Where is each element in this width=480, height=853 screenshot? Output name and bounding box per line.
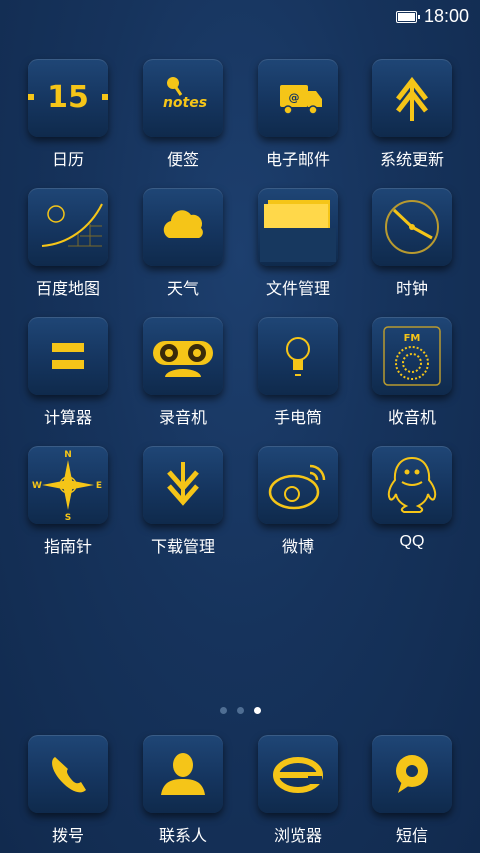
app-calendar[interactable]: 15 日历 (13, 59, 123, 170)
weibo-icon (268, 464, 326, 510)
app-recorder[interactable]: 录音机 (128, 317, 238, 428)
app-notes[interactable]: notes 便签 (128, 59, 238, 170)
dock-contacts[interactable]: 联系人 (128, 735, 238, 846)
page-indicator (0, 699, 480, 718)
status-bar: 18:00 (0, 0, 480, 34)
page-dot-active[interactable] (253, 707, 261, 714)
app-label: 短信 (395, 826, 428, 845)
app-weibo[interactable]: 微博 (243, 446, 353, 557)
dock-messages[interactable]: 短信 (357, 735, 467, 846)
battery-icon (396, 11, 420, 23)
notes-text: notes (163, 95, 207, 111)
download-icon (167, 462, 199, 506)
app-label: 便签 (166, 150, 199, 169)
calendar-icon: 15 (28, 80, 108, 115)
app-weather[interactable]: 天气 (128, 188, 238, 299)
browser-icon (273, 757, 323, 793)
app-label: QQ (399, 533, 425, 550)
app-label: 联系人 (158, 826, 207, 845)
app-download-manager[interactable]: 下载管理 (128, 446, 238, 557)
flashlight-icon (286, 337, 310, 376)
app-system-update[interactable]: 系统更新 (357, 59, 467, 170)
radio-icon: FM (383, 326, 441, 386)
app-label: 录音机 (158, 408, 207, 427)
compass-icon: N S W E (32, 450, 102, 523)
recorder-icon (153, 341, 213, 377)
app-label: 拨号 (51, 826, 84, 845)
app-file-manager[interactable]: 文件管理 (243, 188, 353, 299)
app-label: 时钟 (395, 279, 428, 298)
app-radio[interactable]: FM 收音机 (357, 317, 467, 428)
dock-browser[interactable]: 浏览器 (243, 735, 353, 846)
app-label: 天气 (166, 279, 199, 298)
status-time: 18:00 (424, 6, 470, 26)
app-flashlight[interactable]: 手电筒 (243, 317, 353, 428)
compass-north: N (64, 450, 72, 460)
page-dot[interactable] (236, 707, 244, 714)
phone-icon (52, 757, 86, 793)
mail-icon: @ (280, 85, 322, 115)
notes-icon: notes (163, 77, 207, 111)
compass-west: W (32, 481, 42, 491)
app-clock[interactable]: 时钟 (357, 188, 467, 299)
weather-icon (163, 210, 203, 238)
dock-phone[interactable]: 拨号 (13, 735, 123, 846)
map-icon (41, 203, 103, 247)
app-label: 系统更新 (379, 150, 444, 169)
radio-fm-label: FM (404, 333, 421, 344)
contacts-icon (161, 753, 205, 795)
compass-east: E (96, 481, 102, 491)
app-label: 下载管理 (150, 537, 215, 556)
system-update-icon (396, 76, 428, 121)
folder-icon (260, 200, 336, 262)
page-dot[interactable] (219, 707, 227, 714)
app-label: 浏览器 (273, 826, 322, 845)
messages-icon (396, 755, 428, 793)
app-compass[interactable]: N S W E 指南针 (13, 446, 123, 557)
app-qq[interactable]: QQ (357, 446, 467, 551)
calculator-icon (52, 343, 84, 369)
app-email[interactable]: @ 电子邮件 (243, 59, 353, 170)
app-label: 微博 (281, 537, 314, 556)
app-label: 电子邮件 (265, 150, 330, 169)
calendar-date: 15 (47, 80, 89, 115)
clock-icon (385, 200, 439, 254)
app-label: 百度地图 (35, 279, 100, 298)
app-calculator[interactable]: 计算器 (13, 317, 123, 428)
app-label: 文件管理 (265, 279, 330, 298)
app-baidu-map[interactable]: 百度地图 (13, 188, 123, 299)
svg-text:@: @ (289, 91, 300, 104)
app-label: 计算器 (43, 408, 92, 427)
app-label: 手电筒 (273, 408, 322, 427)
app-label: 收音机 (387, 408, 436, 427)
app-label: 日历 (51, 150, 84, 169)
compass-south: S (65, 513, 71, 523)
app-label: 指南针 (43, 537, 92, 556)
qq-icon (387, 456, 437, 513)
